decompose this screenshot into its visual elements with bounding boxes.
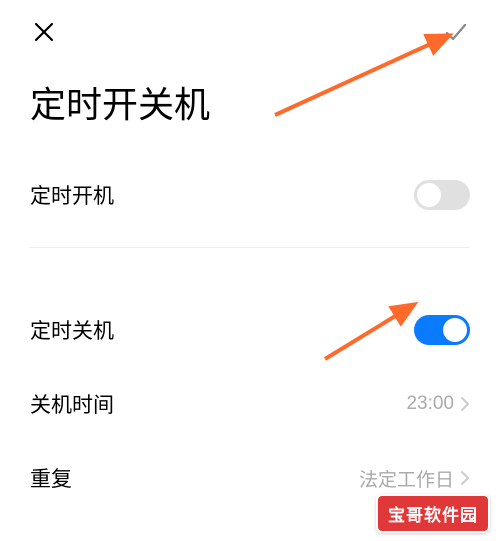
- divider: [30, 247, 470, 248]
- row-scheduled-power-off: 定时关机: [0, 293, 500, 367]
- repeat-value: 法定工作日: [359, 465, 470, 492]
- watermark-badge: 宝哥软件园: [376, 494, 490, 533]
- close-button[interactable]: [30, 18, 58, 46]
- header-bar: [0, 0, 500, 56]
- repeat-label: 重复: [30, 463, 72, 493]
- toggle-thumb: [443, 318, 467, 342]
- power-on-label: 定时开机: [30, 180, 114, 210]
- close-icon: [33, 21, 55, 43]
- power-on-toggle[interactable]: [414, 180, 470, 210]
- check-icon: [443, 19, 469, 45]
- spacer: [0, 263, 500, 293]
- toggle-thumb: [417, 183, 441, 207]
- shutdown-time-text: 23:00: [406, 393, 454, 415]
- power-off-toggle[interactable]: [414, 315, 470, 345]
- confirm-button[interactable]: [442, 18, 470, 46]
- shutdown-time-value: 23:00: [406, 393, 470, 415]
- row-scheduled-power-on: 定时开机: [0, 158, 500, 232]
- chevron-right-icon: [460, 396, 470, 412]
- row-shutdown-time[interactable]: 关机时间 23:00: [0, 367, 500, 441]
- repeat-text: 法定工作日: [359, 465, 454, 492]
- chevron-right-icon: [460, 470, 470, 486]
- shutdown-time-label: 关机时间: [30, 389, 114, 419]
- power-off-label: 定时关机: [30, 315, 114, 345]
- page-title: 定时开关机: [0, 56, 500, 158]
